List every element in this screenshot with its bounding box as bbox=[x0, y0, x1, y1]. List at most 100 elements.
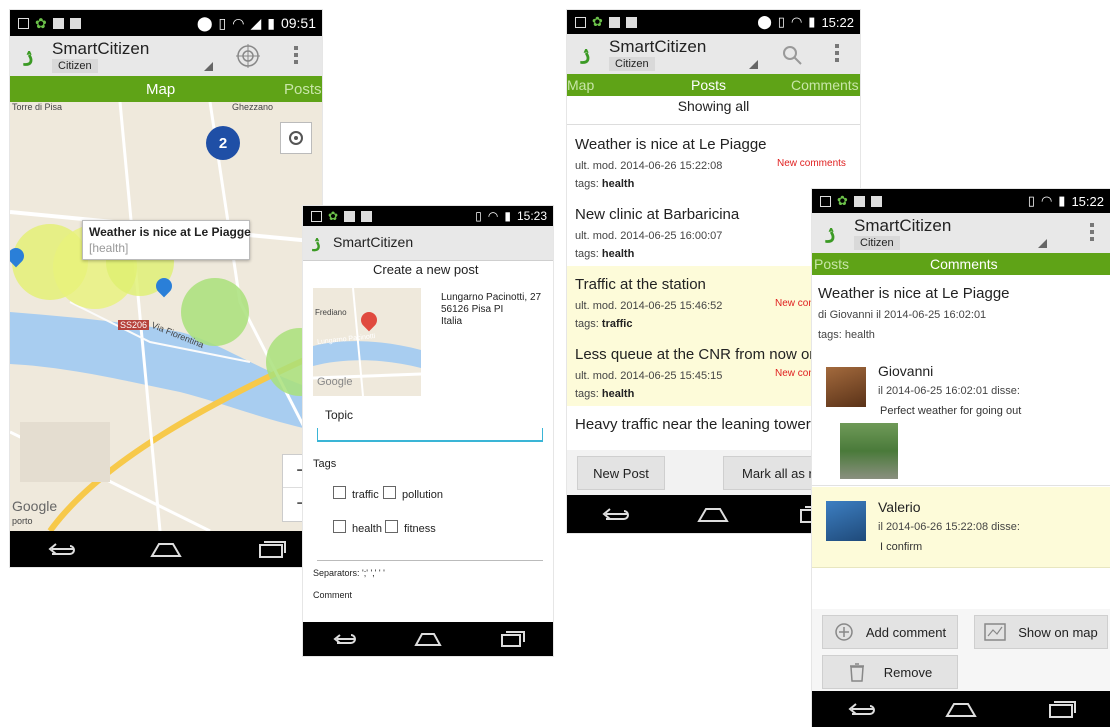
app-title: SmartCitizen bbox=[609, 37, 707, 56]
clock: 15:22 bbox=[1071, 193, 1104, 209]
topic-label: Topic bbox=[325, 408, 354, 422]
tab-posts[interactable]: Posts bbox=[691, 74, 726, 96]
clock: 15:23 bbox=[516, 209, 547, 223]
app-title: SmartCitizen bbox=[333, 234, 414, 250]
post-title: Weather is nice at Le Piagge bbox=[818, 285, 1010, 302]
app-logo-icon: ۯ bbox=[22, 44, 34, 66]
post-modified: ult. mod. 2014-06-25 15:46:52 bbox=[575, 300, 723, 312]
locate-me-button[interactable] bbox=[280, 122, 312, 154]
home-icon[interactable] bbox=[696, 505, 730, 523]
action-bar: ۯ SmartCitizen Citizen bbox=[567, 34, 860, 75]
role-spinner[interactable]: Citizen bbox=[854, 236, 900, 250]
app-notification-icon: ✿ bbox=[837, 193, 848, 208]
search-icon[interactable] bbox=[781, 44, 803, 66]
show-on-map-button[interactable]: Show on map bbox=[974, 615, 1108, 649]
tags-input-line[interactable] bbox=[317, 560, 543, 561]
cluster-marker[interactable]: 2 bbox=[206, 126, 240, 160]
tab-map[interactable]: Map bbox=[567, 74, 594, 96]
checkbox-icon bbox=[333, 486, 346, 499]
recents-icon[interactable] bbox=[256, 540, 286, 558]
map-label-torre: Torre di Pisa bbox=[12, 102, 63, 112]
tab-posts[interactable]: Posts bbox=[284, 76, 322, 102]
checkbox-icon bbox=[333, 520, 346, 533]
post-tags: tags: health bbox=[818, 329, 875, 341]
post-tags: tags: health bbox=[575, 178, 635, 190]
comment-date: il 2014-06-25 16:02:01 disse: bbox=[878, 385, 1020, 397]
overflow-menu-icon[interactable] bbox=[1090, 223, 1094, 244]
comment-item[interactable]: Valerio il 2014-06-26 15:22:08 disse: I … bbox=[812, 487, 1110, 568]
map-icon bbox=[984, 623, 1006, 641]
status-bar: ✿ ⬤ ▯ ◠ ◢ ▮ 09:51 bbox=[10, 10, 322, 36]
popup-title: Weather is nice at Le Piagge bbox=[89, 225, 251, 239]
comment-photo[interactable] bbox=[840, 423, 898, 479]
topic-input[interactable] bbox=[317, 428, 543, 442]
avatar bbox=[826, 367, 866, 407]
comment-item[interactable]: Giovanni il 2014-06-25 16:02:01 disse: P… bbox=[812, 353, 1110, 486]
tab-comments[interactable]: Comments bbox=[930, 253, 998, 275]
wifi-icon: ◠ bbox=[790, 14, 803, 29]
locate-target-icon[interactable] bbox=[236, 44, 260, 68]
tab-comments[interactable]: Comments bbox=[791, 74, 859, 96]
image-notification-icon bbox=[853, 195, 865, 207]
tab-posts[interactable]: Posts bbox=[814, 253, 849, 275]
road-label-ss206: SS206 bbox=[118, 320, 150, 330]
role-spinner[interactable]: Citizen bbox=[609, 57, 655, 71]
home-icon[interactable] bbox=[413, 631, 443, 647]
image-notification-icon bbox=[608, 16, 620, 28]
post-item[interactable]: Weather is nice at Le Piagge ult. mod. 2… bbox=[567, 126, 860, 197]
image-notification-icon bbox=[344, 210, 356, 222]
location-icon: ⬤ bbox=[196, 14, 213, 31]
new-post-button[interactable]: New Post bbox=[577, 456, 665, 490]
map-view[interactable]: Torre di Pisa Ghezzano SS206 Via Fiorent… bbox=[10, 102, 322, 531]
remove-button[interactable]: Remove bbox=[822, 655, 958, 689]
vibrate-icon: ▯ bbox=[218, 14, 227, 31]
app-title: SmartCitizen bbox=[52, 39, 150, 58]
tag-checkbox-fitness[interactable]: fitness bbox=[385, 520, 436, 535]
map-label-frediano: Frediano bbox=[315, 308, 347, 317]
home-icon[interactable] bbox=[944, 700, 978, 718]
tags-label: Tags bbox=[313, 458, 337, 470]
tab-map[interactable]: Map bbox=[146, 76, 175, 102]
tag-checkbox-health[interactable]: health bbox=[333, 520, 382, 535]
overflow-menu-icon[interactable] bbox=[294, 46, 298, 67]
tag-checkbox-traffic[interactable]: traffic bbox=[333, 486, 379, 501]
post-author-date: di Giovanni il 2014-06-25 16:02:01 bbox=[818, 309, 987, 321]
filter-label[interactable]: Showing all bbox=[567, 98, 860, 125]
tag-checkbox-pollution[interactable]: pollution bbox=[383, 486, 443, 501]
app-notification-icon: ✿ bbox=[592, 14, 603, 29]
back-icon[interactable] bbox=[846, 700, 876, 718]
screen-create-post: ✿ ▯ ◠ ▮ 15:23 ۯ SmartCitizen Create a new p… bbox=[303, 206, 553, 656]
status-bar: ✿ ▯ ◠ ▮ 15:22 bbox=[812, 189, 1110, 213]
home-icon[interactable] bbox=[149, 540, 183, 558]
post-tags: tags: health bbox=[575, 388, 635, 400]
address-line: 56126 Pisa PI bbox=[441, 304, 504, 315]
post-modified: ult. mod. 2014-06-25 16:00:07 bbox=[575, 230, 723, 242]
back-icon[interactable] bbox=[600, 505, 630, 523]
notification-icon bbox=[311, 210, 322, 222]
bottom-actions: Add comment Show on map Remove bbox=[812, 609, 1110, 691]
comment-label: Comment bbox=[313, 590, 353, 600]
role-spinner[interactable]: Citizen bbox=[52, 59, 98, 73]
add-comment-button[interactable]: Add comment bbox=[822, 615, 958, 649]
back-icon[interactable] bbox=[331, 631, 357, 647]
recents-icon[interactable] bbox=[1046, 700, 1076, 718]
map-canvas bbox=[10, 102, 322, 531]
comment-text: Perfect weather for going out bbox=[880, 405, 1022, 417]
recents-icon[interactable] bbox=[499, 631, 525, 647]
location-map-thumbnail[interactable]: Frediano Lungarno Pacinotti Google bbox=[313, 288, 421, 396]
nav-bar bbox=[10, 531, 322, 567]
post-tags: tags: health bbox=[575, 248, 635, 260]
action-bar: ۯ SmartCitizen Citizen bbox=[10, 36, 322, 77]
spinner-arrow-icon bbox=[204, 62, 213, 71]
clock: 15:22 bbox=[821, 14, 854, 30]
comment-author: Giovanni bbox=[878, 363, 934, 379]
map-popup[interactable]: Weather is nice at Le Piagge [health] bbox=[82, 220, 251, 260]
signal-icon: ◢ bbox=[250, 14, 262, 31]
battery-icon: ▮ bbox=[808, 14, 816, 29]
address-block: Lungarno Pacinotti, 27 56126 Pisa PI Ita… bbox=[441, 292, 541, 328]
image-notification-icon bbox=[52, 17, 64, 29]
back-icon[interactable] bbox=[46, 540, 76, 558]
overflow-menu-icon[interactable] bbox=[835, 44, 839, 65]
barcode-icon bbox=[361, 210, 373, 222]
clock: 09:51 bbox=[280, 15, 316, 31]
